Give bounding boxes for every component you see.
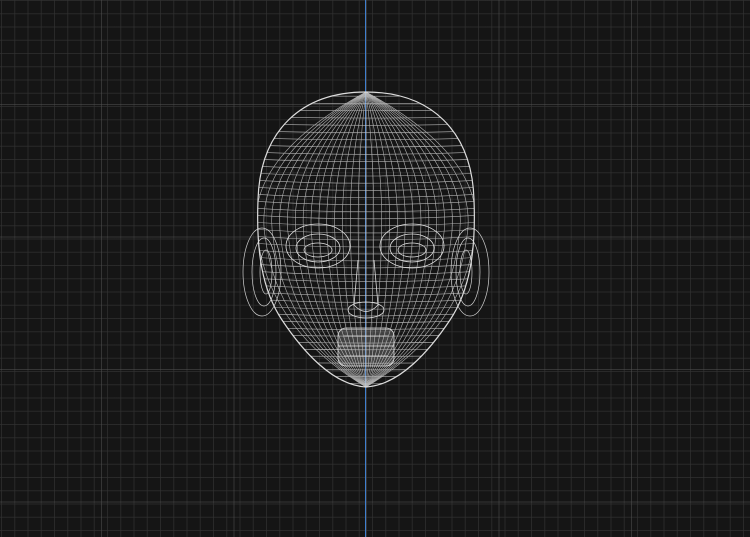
head-wireframe[interactable] bbox=[0, 0, 750, 537]
ear-right bbox=[450, 227, 490, 317]
ear-left bbox=[242, 227, 282, 317]
3d-viewport[interactable] bbox=[0, 0, 750, 537]
